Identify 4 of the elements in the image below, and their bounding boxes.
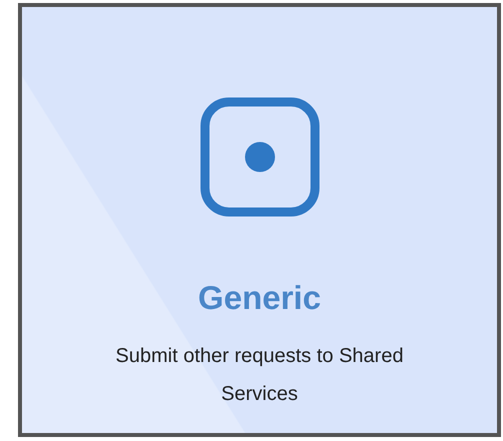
tile-title: Generic <box>198 278 321 318</box>
dot-in-square-icon <box>200 97 320 217</box>
tile-description: Submit other requests to Shared Services <box>114 344 404 406</box>
tile-card[interactable]: Generic Submit other requests to Shared Services <box>18 3 501 437</box>
